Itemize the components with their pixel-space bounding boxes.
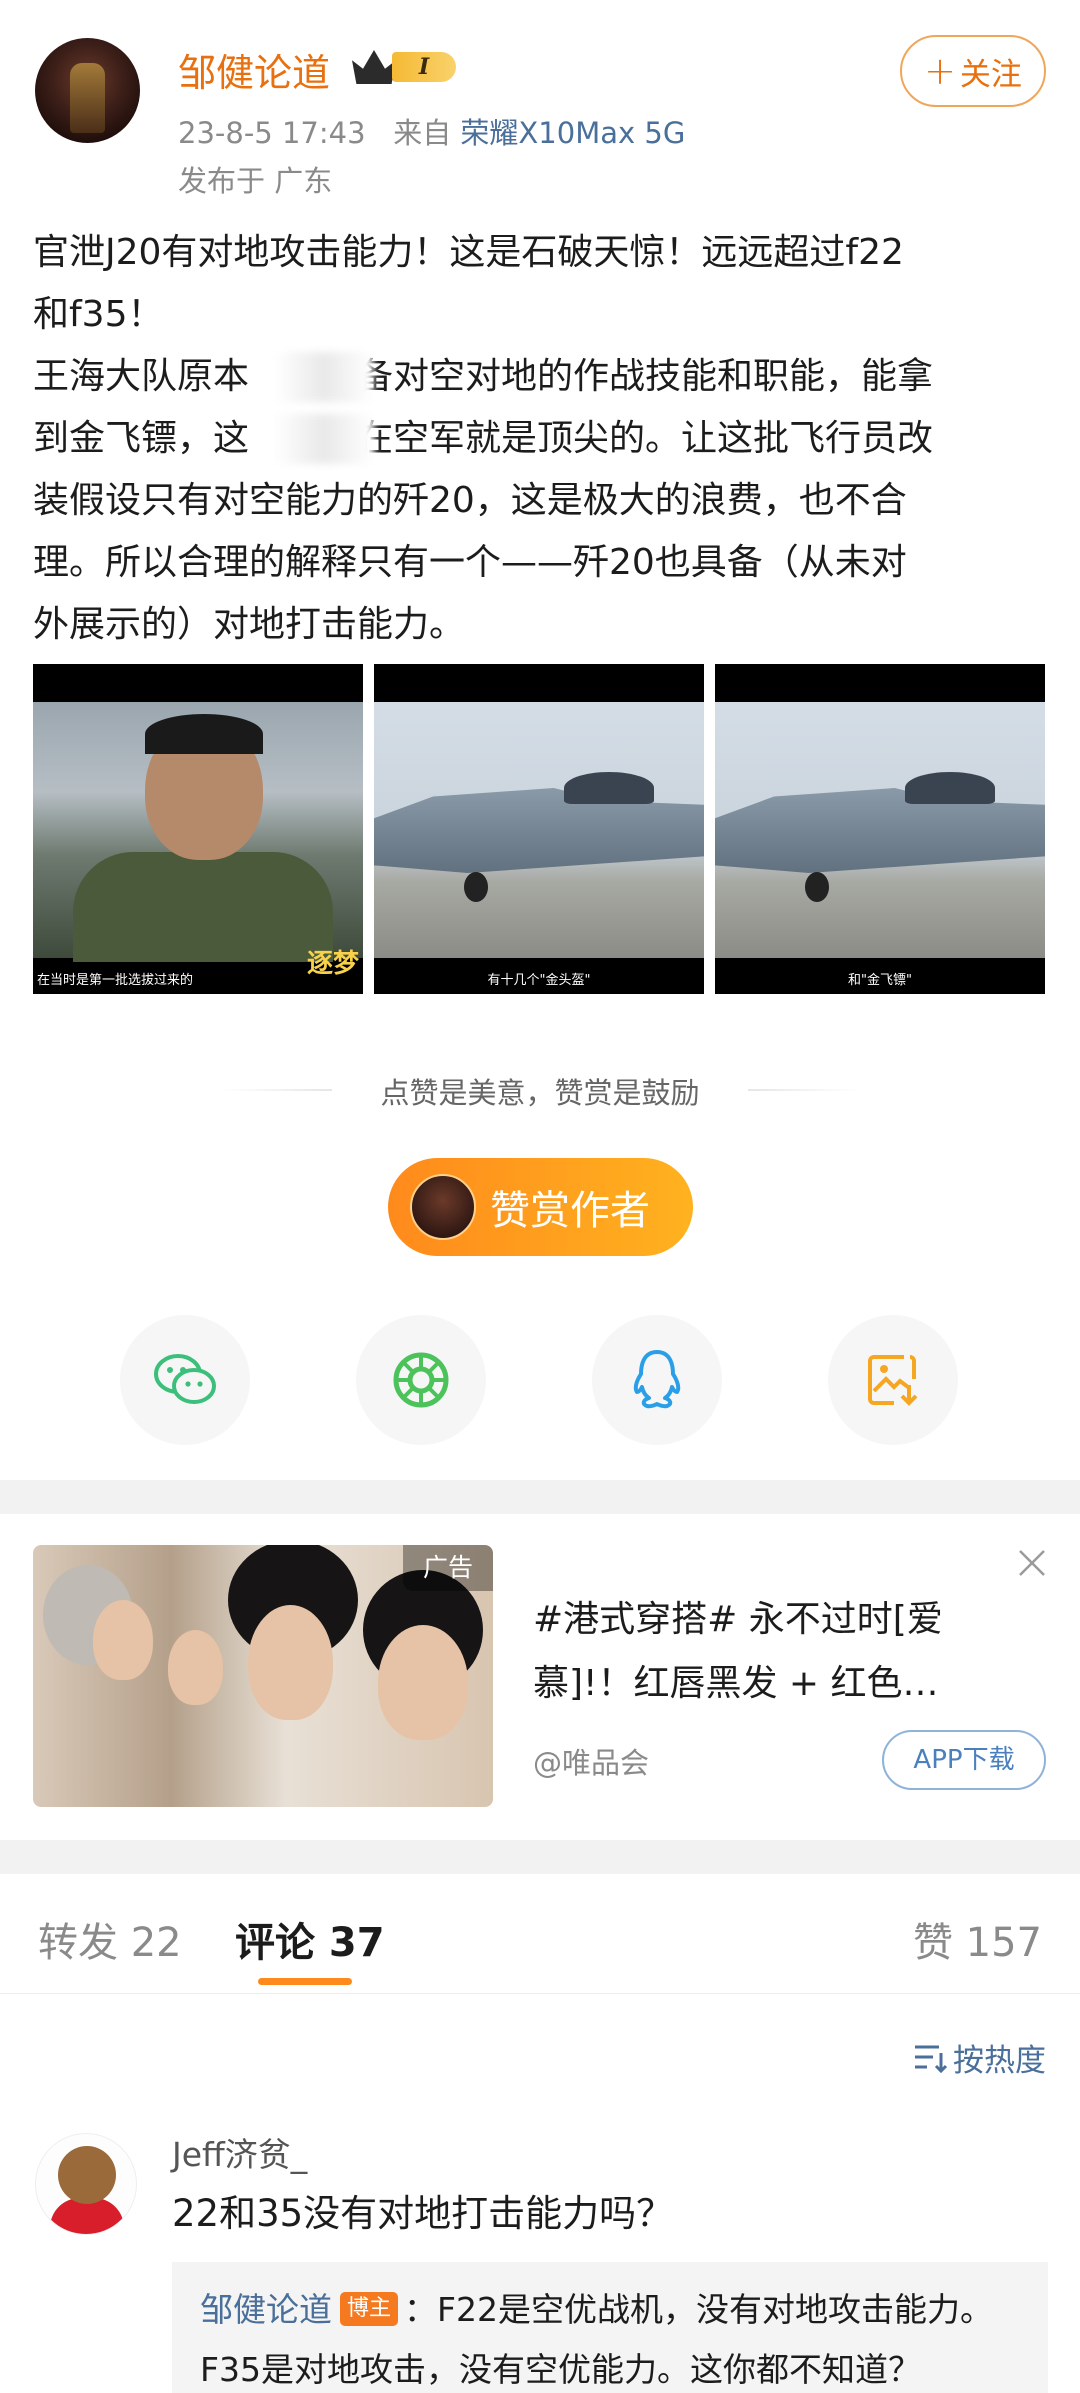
commenter-avatar[interactable] — [35, 2133, 137, 2235]
pilot-hair — [145, 714, 263, 754]
qq-icon — [633, 1350, 681, 1409]
jet-wheel — [464, 872, 488, 902]
image-grid: 逐梦 在当时是第一批选拔过来的 有十几个"金头盔" 和"金飞镖" — [33, 664, 1046, 994]
vip-badge[interactable]: I — [352, 46, 460, 86]
share-row — [0, 1315, 1080, 1445]
tab-bar: 转发 22 评论 37 赞 157 — [0, 1874, 1080, 1994]
follow-label: 关注 — [959, 56, 1022, 93]
post-line: 和f35！ — [33, 294, 164, 335]
post-line: 到金飞镖，这 在空军就是顶尖的。让这批飞行员改 — [33, 418, 934, 459]
image-caption: 在当时是第一批选拔过来的 — [37, 973, 194, 988]
ad-figure — [378, 1625, 468, 1740]
post-line: 外展示的）对地打击能力。 — [33, 604, 466, 645]
ad-figure — [168, 1630, 223, 1705]
reply-line-1: ：F22是空优战机，没有对地攻击能力。 — [404, 2290, 993, 2329]
share-wechat-button[interactable] — [120, 1315, 250, 1445]
ad-source: @唯品会 — [533, 1746, 650, 1780]
reply-author[interactable]: 邹健论道 — [200, 2290, 332, 2329]
ad-tag: 广告 — [403, 1545, 493, 1591]
reward-author-button[interactable]: 赞赏作者 — [388, 1158, 693, 1256]
tab-indicator — [258, 1978, 352, 1985]
jet-canopy — [905, 772, 995, 804]
tab-repost[interactable]: 转发 22 — [38, 1910, 182, 1968]
post-image-jet-2[interactable]: 和"金飞镖" — [715, 664, 1045, 994]
pilot-body — [73, 852, 333, 962]
section-gap — [0, 1480, 1080, 1514]
tab-like[interactable]: 赞 157 — [913, 1910, 1042, 1968]
divider — [748, 1089, 858, 1091]
reply-text: 邹健论道 博主 ：F22是空优战机，没有对地攻击能力。 F35是对地攻击，没有空优能… — [200, 2280, 1030, 2393]
censor-blur — [275, 352, 373, 402]
source-prefix: 来自 — [393, 116, 452, 150]
save-image-icon — [868, 1355, 918, 1406]
reward-label: 赞赏作者 — [490, 1188, 650, 1234]
post-meta: 23-8-5 17:43 来自 荣耀X10Max 5G — [178, 110, 685, 152]
author-name[interactable]: 邹健论道 — [178, 42, 330, 97]
post-text: 官泄J20有对地攻击能力！这是石破天惊！远远超过f22 和f35！ 王海大队原本… — [33, 222, 1053, 656]
vip-level: I — [392, 52, 456, 82]
wechat-icon — [154, 1354, 216, 1404]
jet-wheel — [805, 872, 829, 902]
comment-text: 22和35没有对地打击能力吗？ — [172, 2192, 674, 2235]
blogger-badge: 博主 — [340, 2291, 399, 2326]
ad-figure — [248, 1605, 333, 1720]
jet-canopy — [564, 772, 654, 804]
follow-button[interactable]: + 关注 — [900, 35, 1046, 107]
sort-label: 按热度 — [953, 2043, 1046, 2079]
ad-image[interactable]: 广告 — [33, 1545, 493, 1807]
tab-comment[interactable]: 评论 37 — [235, 1910, 385, 1968]
author-avatar-small — [410, 1174, 476, 1240]
post-image-pilot[interactable]: 逐梦 在当时是第一批选拔过来的 — [33, 664, 363, 994]
sort-icon — [915, 2045, 947, 2073]
censor-blur — [274, 414, 374, 464]
jet-scene — [715, 702, 1045, 958]
plus-icon: + — [924, 49, 956, 93]
post-device[interactable]: 荣耀X10Max 5G — [460, 116, 685, 150]
reward-tip: 点赞是美意，赞赏是鼓励 — [380, 1076, 700, 1110]
sort-button[interactable]: 按热度 — [913, 2035, 1046, 2080]
post-header: 邹健论道 I 23-8-5 17:43 来自 荣耀X10Max 5G 发布于 广… — [0, 0, 1080, 215]
reply-line-2: F35是对地攻击，没有空优能力。这你都不知道？ — [200, 2350, 921, 2389]
post-line: 理。所以合理的解释只有一个——歼20也具备（从未对 — [33, 542, 907, 583]
close-icon[interactable] — [1017, 1548, 1047, 1578]
share-qq-button[interactable] — [592, 1315, 722, 1445]
share-save-image-button[interactable] — [828, 1315, 958, 1445]
moments-icon — [393, 1352, 449, 1408]
post-location: 发布于 广东 — [178, 164, 333, 198]
avatar-bear — [58, 2146, 116, 2204]
post-date: 23-8-5 17:43 — [178, 116, 366, 150]
post-image-jet-1[interactable]: 有十几个"金头盔" — [374, 664, 704, 994]
section-gap — [0, 1840, 1080, 1874]
post-line: 王海大队原本 备对空对地的作战技能和职能，能拿 — [33, 356, 934, 397]
author-avatar[interactable] — [35, 38, 140, 143]
ad-title[interactable]: #港式穿搭# 永不过时[爱慕]!！红唇黑发 + 红色… — [533, 1588, 1003, 1716]
commenter-name[interactable]: Jeff济贫_ — [172, 2128, 307, 2176]
post-line: 官泄J20有对地攻击能力！这是石破天惊！远远超过f22 — [33, 232, 904, 273]
ad-figure — [93, 1600, 153, 1680]
app-download-button[interactable]: APP下载 — [882, 1730, 1046, 1790]
post-line: 装假设只有对空能力的歼20，这是极大的浪费，也不合 — [33, 480, 907, 521]
image-caption: 有十几个"金头盔" — [487, 973, 591, 988]
crown-icon — [352, 50, 396, 84]
pilot-scene — [33, 702, 363, 962]
share-moments-button[interactable] — [356, 1315, 486, 1445]
jet-scene — [374, 702, 704, 958]
image-caption: 和"金飞镖" — [848, 973, 912, 988]
